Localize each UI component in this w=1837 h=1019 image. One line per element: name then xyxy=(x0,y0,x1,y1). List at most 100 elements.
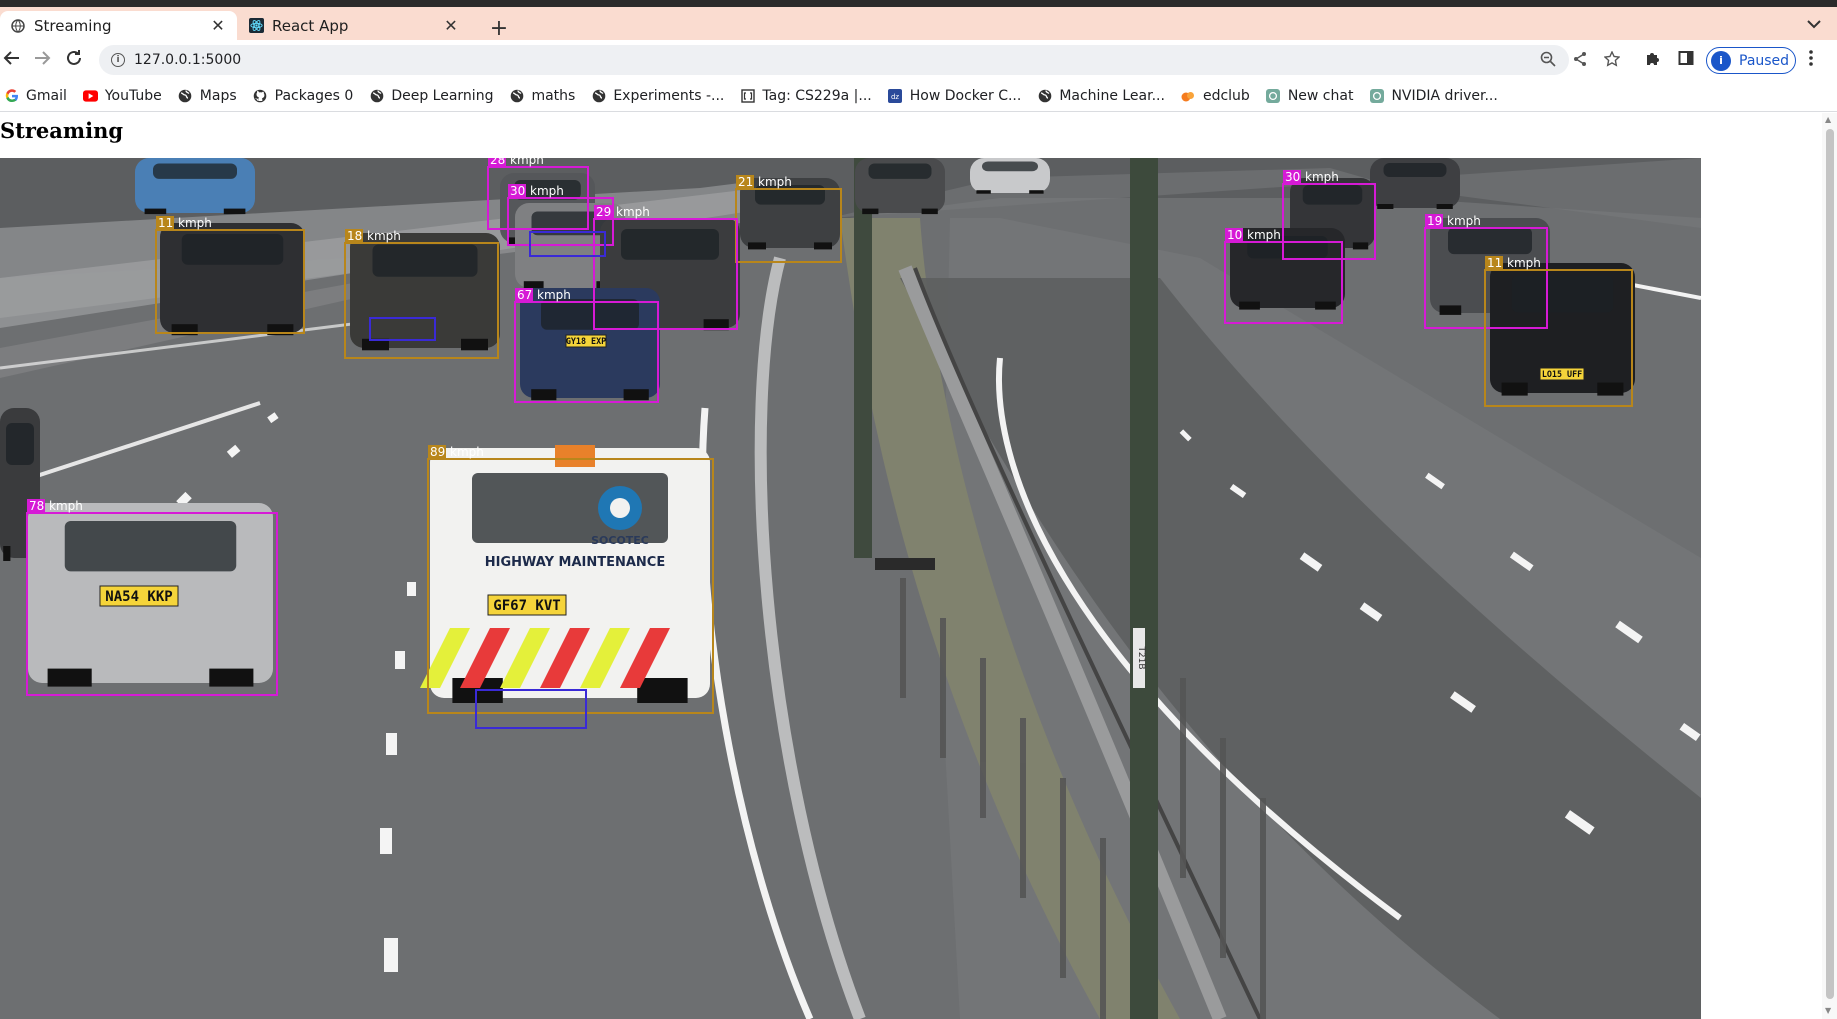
bookmark-label: Deep Learning xyxy=(391,87,494,104)
van-text: HIGHWAY MAINTENANCE xyxy=(485,555,665,570)
speed-unit: kmph xyxy=(530,184,564,198)
svg-text:dz: dz xyxy=(891,93,899,101)
bookmark-packages-0[interactable]: Packages 0 xyxy=(253,87,354,104)
bookmark-label: NVIDIA driver... xyxy=(1391,87,1498,104)
reload-icon[interactable] xyxy=(62,48,86,72)
docker-doc-icon: dz xyxy=(888,88,903,103)
bookmark-gmail[interactable]: Gmail xyxy=(4,88,67,104)
chatgpt-icon xyxy=(1266,88,1281,103)
bookmarks-bar: Gmail YouTube Maps Packages 0 Deep Learning m… xyxy=(0,80,1837,112)
speed-value: 18 xyxy=(347,229,362,243)
tab-streaming[interactable]: Streaming ✕ xyxy=(0,11,237,40)
star-icon[interactable] xyxy=(1603,50,1621,71)
close-icon[interactable]: ✕ xyxy=(209,16,227,35)
bookmark-nvidia-driver[interactable]: NVIDIA driver... xyxy=(1369,87,1498,104)
speed-unit: kmph xyxy=(450,445,484,459)
bookmark-new-chat[interactable]: New chat xyxy=(1266,87,1354,104)
speed-value: 19 xyxy=(1427,214,1442,228)
speed-value: 67 xyxy=(517,288,532,302)
license-plate-text: LO15 UFF xyxy=(1542,369,1582,379)
browser-toolbar: i 127.0.0.1:5000 i Paused xyxy=(0,40,1837,80)
bookmark-label: How Docker C... xyxy=(909,87,1022,104)
bookmark-label: Maps xyxy=(199,87,237,104)
side-panel-icon[interactable] xyxy=(1678,50,1694,70)
github-icon xyxy=(253,88,268,103)
avatar: i xyxy=(1711,50,1731,71)
bookmark-youtube[interactable]: YouTube xyxy=(82,87,162,104)
speed-unit: kmph xyxy=(758,175,792,189)
bookmark-label: Gmail xyxy=(26,87,67,104)
bookmark-how-docker-c[interactable]: dz How Docker C... xyxy=(888,87,1022,104)
bookmark-label: YouTube xyxy=(104,87,162,104)
edclub-icon xyxy=(1181,88,1196,103)
speed-value: 29 xyxy=(596,205,611,219)
globe-icon xyxy=(1037,88,1052,103)
tab-strip: Streaming ✕ React App ✕ + xyxy=(0,7,1837,41)
kebab-menu-icon[interactable] xyxy=(1808,49,1814,72)
info-icon[interactable]: i xyxy=(111,53,125,67)
speed-unit: kmph xyxy=(1507,256,1541,270)
speed-value: 89 xyxy=(430,445,445,459)
profile-button[interactable]: i Paused xyxy=(1706,47,1796,74)
video-stream: T21B SOCOTEC HIGHWAY MAINTENANCE NA54 KKP G… xyxy=(0,158,1701,1019)
speed-unit: kmph xyxy=(510,158,544,167)
chatgpt-icon xyxy=(1369,88,1384,103)
speed-unit: kmph xyxy=(1305,170,1339,184)
speed-unit: kmph xyxy=(1447,214,1481,228)
bookmark-label: Experiments -... xyxy=(613,87,725,104)
bracket-icon xyxy=(740,88,755,103)
speed-unit: kmph xyxy=(1247,228,1281,242)
globe-icon xyxy=(10,18,26,34)
tab-title: React App xyxy=(272,16,349,35)
tab-title: Streaming xyxy=(34,16,112,35)
bookmark-maths[interactable]: maths xyxy=(509,88,575,104)
tab-react-app[interactable]: React App ✕ xyxy=(238,11,470,40)
bookmark-label: Tag: CS229a |... xyxy=(762,87,872,104)
google-icon xyxy=(4,88,19,103)
new-tab-button[interactable]: + xyxy=(488,16,510,41)
globe-icon xyxy=(591,88,606,103)
extensions-icon[interactable] xyxy=(1645,50,1661,70)
vertical-scrollbar[interactable]: ▲ ▼ xyxy=(1822,113,1837,1019)
speed-value: 78 xyxy=(29,499,44,513)
scrollbar-thumb[interactable] xyxy=(1826,129,1834,999)
address-bar[interactable]: i 127.0.0.1:5000 xyxy=(99,45,1569,75)
bookmark-experiments[interactable]: Experiments -... xyxy=(591,88,724,104)
bookmark-maps[interactable]: Maps xyxy=(178,88,237,104)
zoom-icon[interactable] xyxy=(1540,51,1556,71)
speed-value: 28 xyxy=(490,158,505,167)
bookmark-edclub[interactable]: edclub xyxy=(1181,88,1250,104)
forward-arrow-icon[interactable] xyxy=(30,48,54,72)
globe-icon xyxy=(369,88,384,103)
speed-value: 30 xyxy=(510,184,525,198)
lamp-post xyxy=(854,158,872,558)
globe-icon xyxy=(509,88,524,103)
bookmark-deep-learning[interactable]: Deep Learning xyxy=(369,88,493,104)
bookmark-label: Packages 0 xyxy=(274,87,354,104)
back-arrow-icon[interactable] xyxy=(0,48,24,72)
bookmark-label: New chat xyxy=(1287,87,1354,104)
scroll-up-icon[interactable]: ▲ xyxy=(1825,115,1831,124)
bookmark-machine-lear[interactable]: Machine Lear... xyxy=(1037,88,1165,104)
speed-value: 10 xyxy=(1227,228,1242,242)
speed-value: 21 xyxy=(738,175,753,189)
profile-status: Paused xyxy=(1739,52,1790,69)
license-plate-text: NA54 KKP xyxy=(105,589,172,605)
speed-unit: kmph xyxy=(616,205,650,219)
chevron-down-icon[interactable] xyxy=(1807,17,1821,33)
page-title: Streaming xyxy=(0,118,124,143)
pole-label: T21B xyxy=(1136,645,1146,669)
window-top-strip xyxy=(0,0,1837,7)
scroll-down-icon[interactable]: ▼ xyxy=(1825,1006,1831,1015)
bookmark-label: edclub xyxy=(1202,87,1250,104)
bookmark-label: maths xyxy=(531,87,576,104)
speed-value: 11 xyxy=(1487,256,1502,270)
lamp-post xyxy=(1130,158,1158,1019)
share-icon[interactable] xyxy=(1572,51,1588,71)
speed-unit: kmph xyxy=(537,288,571,302)
youtube-icon xyxy=(82,88,98,103)
bookmark-tag-cs229a[interactable]: Tag: CS229a |... xyxy=(740,87,872,104)
close-icon[interactable]: ✕ xyxy=(442,16,460,35)
license-plate-text: GF67 KVT xyxy=(493,598,560,614)
globe-icon xyxy=(178,88,193,103)
